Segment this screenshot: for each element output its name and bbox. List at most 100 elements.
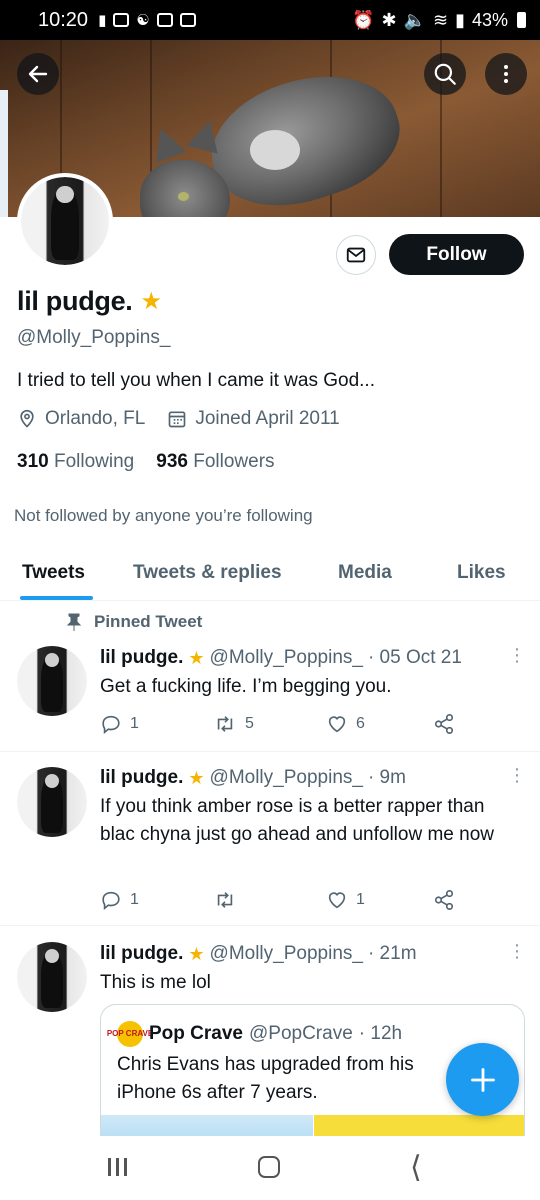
- quoted-tweet-text: Chris Evans has upgraded from his iPhone…: [117, 1054, 414, 1103]
- back-button[interactable]: [17, 53, 59, 95]
- tab-tweets[interactable]: Tweets: [22, 545, 85, 601]
- tweet-text: Get a fucking life. I’m begging you.: [100, 676, 392, 697]
- reply-button[interactable]: 1: [100, 712, 213, 736]
- following-label: Following: [53, 451, 135, 472]
- tweet-author-handle: @Molly_Poppins_: [209, 767, 363, 788]
- share-button[interactable]: [433, 712, 457, 736]
- accessibility-icon: ☯: [136, 12, 150, 29]
- shooting-star-icon: ★: [188, 647, 205, 668]
- tweet-avatar[interactable]: [17, 942, 87, 1012]
- tweet-actions: 1 5 6: [100, 712, 460, 736]
- tweet-time: · 21m: [367, 943, 417, 964]
- tab-media[interactable]: Media: [338, 545, 392, 601]
- more-vertical-icon: [504, 65, 508, 83]
- shooting-star-icon: ★: [140, 288, 163, 315]
- reply-icon: [102, 891, 120, 910]
- quoted-author-handle: @PopCrave: [248, 1023, 353, 1044]
- retweet-button[interactable]: 5: [213, 712, 326, 736]
- pinned-label: Pinned Tweet: [66, 612, 202, 632]
- following-link[interactable]: 310 Following: [17, 451, 134, 473]
- arrow-left-icon: [28, 65, 48, 83]
- back-nav-button[interactable]: ⟨: [410, 1150, 422, 1185]
- tweet-avatar[interactable]: [17, 646, 87, 716]
- message-notification-icon: ▮: [98, 12, 107, 29]
- active-tab-indicator: [20, 596, 93, 600]
- followers-count: 936: [156, 451, 188, 472]
- bluetooth-icon: ✱: [381, 9, 397, 30]
- display-name: lil pudge. ★: [17, 286, 162, 317]
- profile-tabs: Tweets Tweets & replies Media Likes: [0, 545, 540, 601]
- share-button[interactable]: [433, 888, 457, 912]
- quoted-tweet-header: POP CRAVE Pop Crave @PopCrave · 12h: [107, 1021, 403, 1047]
- more-options-button[interactable]: [485, 53, 527, 95]
- profile-location: Orlando, FL: [45, 408, 146, 429]
- tweet-more-icon[interactable]: ⋮: [508, 941, 526, 962]
- profile-avatar[interactable]: [17, 173, 113, 269]
- plus-icon: [470, 1067, 495, 1092]
- image-notification-icon: [179, 13, 196, 27]
- system-icons: ⏰ ✱ 🔈 ≋ ▮ 43%: [352, 10, 526, 31]
- shooting-star-icon: ★: [188, 767, 205, 788]
- compose-tweet-button[interactable]: [446, 1043, 519, 1116]
- recents-button[interactable]: [108, 1158, 127, 1176]
- retweet-icon: [217, 892, 233, 908]
- calendar-notification-icon: [113, 13, 130, 27]
- retweet-button[interactable]: [213, 888, 326, 912]
- like-button[interactable]: 6: [326, 712, 439, 736]
- quoted-tweet-time: · 12h: [358, 1023, 403, 1044]
- like-icon: [328, 892, 346, 909]
- like-icon: [328, 716, 346, 733]
- tweet-text: This is me lol: [100, 972, 211, 993]
- tweet-author-name: lil pudge.: [100, 943, 184, 964]
- followers-label: Followers: [193, 451, 275, 472]
- info-notification-icon: [156, 13, 173, 27]
- battery-icon: [517, 12, 526, 28]
- tweet-more-icon[interactable]: ⋮: [508, 645, 526, 666]
- status-bar: 10:20 ▮ ☯ ⏰ ✱ 🔈 ≋ ▮ 43%: [0, 0, 540, 40]
- profile-handle: @Molly_Poppins_: [17, 327, 171, 348]
- following-count: 310: [17, 451, 49, 472]
- search-button[interactable]: [424, 53, 466, 95]
- calendar-icon: [168, 411, 186, 428]
- display-name-text: lil pudge.: [17, 286, 133, 316]
- mail-icon: [346, 247, 366, 263]
- tweet-author-handle: @Molly_Poppins_: [209, 647, 363, 668]
- tweet-text: If you think amber rose is a better rapp…: [100, 796, 494, 845]
- followers-link[interactable]: 936 Followers: [156, 451, 274, 473]
- retweet-icon: [217, 716, 233, 732]
- mute-icon: 🔈: [403, 9, 426, 30]
- tweet-author-handle: @Molly_Poppins_: [209, 943, 363, 964]
- tab-tweets-replies[interactable]: Tweets & replies: [133, 545, 282, 601]
- tweet-avatar[interactable]: [17, 767, 87, 837]
- tab-likes[interactable]: Likes: [457, 545, 506, 601]
- profile-joined: Joined April 2011: [195, 408, 340, 429]
- share-icon: [434, 714, 454, 734]
- retweet-count: 5: [245, 715, 254, 732]
- reply-count: 1: [130, 715, 139, 732]
- shooting-star-icon: ★: [188, 943, 205, 964]
- tweet-time: · 05 Oct 21: [367, 647, 462, 668]
- notification-icons: ▮ ☯: [98, 11, 196, 29]
- home-button[interactable]: [258, 1156, 280, 1178]
- wifi-icon: ≋: [432, 9, 449, 30]
- reply-button[interactable]: 1: [100, 888, 213, 912]
- not-followed-notice: Not followed by anyone you’re following: [14, 506, 313, 525]
- message-button[interactable]: [336, 235, 376, 275]
- system-navigation-bar: ⟨: [0, 1136, 540, 1200]
- tweet-header: lil pudge. ★ @Molly_Poppins_ · 21m: [100, 943, 417, 965]
- like-button[interactable]: 1: [326, 888, 439, 912]
- tweet-author-name: lil pudge.: [100, 767, 184, 788]
- location-pin-icon: [20, 409, 34, 428]
- tweet-header: lil pudge. ★ @Molly_Poppins_ · 05 Oct 21: [100, 647, 462, 669]
- tweet-more-icon[interactable]: ⋮: [508, 765, 526, 786]
- follow-button[interactable]: Follow: [389, 234, 524, 275]
- battery-percent: 43%: [471, 9, 508, 30]
- reply-count: 1: [130, 891, 139, 908]
- tweet-actions: 1 1: [100, 888, 460, 912]
- search-icon: [434, 63, 456, 85]
- pin-icon: [66, 613, 82, 631]
- pinned-text: Pinned Tweet: [94, 612, 203, 631]
- profile-bio: I tried to tell you when I came it was G…: [17, 370, 375, 391]
- like-count: 6: [356, 715, 365, 732]
- tweet-author-name: lil pudge.: [100, 647, 184, 668]
